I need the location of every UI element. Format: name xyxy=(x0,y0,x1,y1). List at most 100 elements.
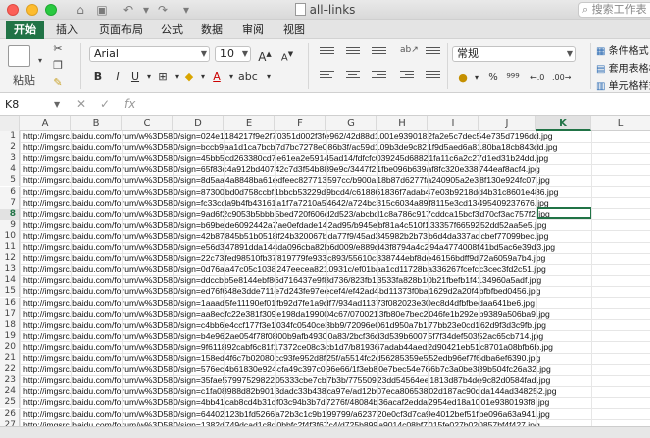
cell-a10[interactable]: http://imgsrc.baidu.com/forum/w%3D580/si… xyxy=(23,231,548,242)
cut-icon[interactable]: ✂ xyxy=(50,41,66,56)
cell-styles-button[interactable]: ▥ 单元格样式 xyxy=(596,77,650,92)
increase-font-button[interactable]: A▲ xyxy=(258,46,272,64)
selected-cell-k8[interactable] xyxy=(536,207,592,219)
font-name-select[interactable]: Arial ▼ xyxy=(89,46,210,62)
align-middle-icon[interactable] xyxy=(346,45,360,57)
comma-style-button[interactable]: ⁹⁹⁹ xyxy=(506,70,520,86)
align-center-icon[interactable] xyxy=(346,69,360,81)
row-header[interactable]: 18 xyxy=(0,319,20,331)
column-header-a[interactable]: A xyxy=(20,116,71,131)
column-header-i[interactable]: I xyxy=(428,116,479,131)
row-header[interactable]: 14 xyxy=(0,275,20,287)
confirm-icon[interactable]: ✓ xyxy=(100,96,110,113)
cell-a5[interactable]: http://imgsrc.baidu.com/forum/w%3D580/si… xyxy=(23,175,550,186)
formula-input[interactable] xyxy=(144,96,648,113)
cell-a15[interactable]: http://imgsrc.baidu.com/forum/w%3D580/si… xyxy=(23,286,540,297)
row-header[interactable]: 10 xyxy=(0,230,20,242)
row-header[interactable]: 24 xyxy=(0,386,20,398)
row-header[interactable]: 23 xyxy=(0,375,20,387)
bold-button[interactable]: B xyxy=(91,69,105,85)
cell-a12[interactable]: http://imgsrc.baidu.com/forum/w%3D580/si… xyxy=(23,253,545,264)
cell-a25[interactable]: http://imgsrc.baidu.com/forum/w%3D580/si… xyxy=(23,397,549,408)
column-header-g[interactable]: G xyxy=(326,116,377,131)
paste-dropdown-icon[interactable]: ▾ xyxy=(38,53,42,68)
row-header[interactable]: 1 xyxy=(0,131,20,142)
cell-a14[interactable]: http://imgsrc.baidu.com/forum/w%3D580/si… xyxy=(23,275,541,286)
underline-button[interactable]: U xyxy=(128,69,142,85)
cell-a24[interactable]: http://imgsrc.baidu.com/forum/w%3D580/si… xyxy=(23,386,556,397)
tab-view[interactable]: 视图 xyxy=(278,21,310,39)
row-header[interactable]: 19 xyxy=(0,330,20,342)
decrease-decimal-button[interactable]: .00→ xyxy=(552,70,571,86)
tab-data[interactable]: 数据 xyxy=(196,21,228,39)
name-box-dropdown-icon[interactable]: ▼ xyxy=(54,96,60,113)
align-top-icon[interactable] xyxy=(320,45,334,57)
clipboard-icon[interactable] xyxy=(8,45,30,67)
row-header[interactable]: 7 xyxy=(0,197,20,209)
tab-formulas[interactable]: 公式 xyxy=(156,21,188,39)
cell-a20[interactable]: http://imgsrc.baidu.com/forum/w%3D580/si… xyxy=(23,342,553,353)
currency-icon[interactable]: ● xyxy=(456,70,470,86)
conditional-format-button[interactable]: ▦ 条件格式 xyxy=(596,42,649,57)
font-color-icon[interactable]: A xyxy=(210,69,224,85)
column-header-b[interactable]: B xyxy=(71,116,122,131)
column-header-d[interactable]: D xyxy=(173,116,224,131)
cell-a19[interactable]: http://imgsrc.baidu.com/forum/w%3D580/si… xyxy=(23,331,543,342)
cell-a21[interactable]: http://imgsrc.baidu.com/forum/w%3D580/si… xyxy=(23,353,540,364)
cell-a11[interactable]: http://imgsrc.baidu.com/forum/w%3D580/si… xyxy=(23,242,555,253)
row-header[interactable]: 20 xyxy=(0,341,20,353)
row-header[interactable]: 11 xyxy=(0,242,20,253)
row-header[interactable]: 5 xyxy=(0,175,20,187)
italic-button[interactable]: I xyxy=(111,69,125,85)
borders-icon[interactable]: ⊞ xyxy=(156,69,170,85)
tab-page-layout[interactable]: 页面布局 xyxy=(92,21,150,39)
cell-a18[interactable]: http://imgsrc.baidu.com/forum/w%3D580/si… xyxy=(23,320,546,331)
cell-a17[interactable]: http://imgsrc.baidu.com/forum/w%3D580/si… xyxy=(23,309,550,320)
align-right-icon[interactable] xyxy=(372,69,386,81)
cell-a3[interactable]: http://imgsrc.baidu.com/forum/w%3D580/si… xyxy=(23,153,548,164)
row-header[interactable]: 22 xyxy=(0,364,20,376)
fill-color-dropdown-icon[interactable]: ▾ xyxy=(196,69,210,85)
font-color-dropdown-icon[interactable]: ▾ xyxy=(224,69,238,85)
cell-a2[interactable]: http://imgsrc.baidu.com/forum/w%3D580/si… xyxy=(23,142,557,153)
cell-a23[interactable]: http://imgsrc.baidu.com/forum/w%3D580/si… xyxy=(23,375,550,386)
cell-a22[interactable]: http://imgsrc.baidu.com/forum/w%3D580/si… xyxy=(23,364,551,375)
wrap-text-icon[interactable] xyxy=(426,45,440,57)
column-header-k[interactable]: K xyxy=(536,116,591,131)
currency-dropdown-icon[interactable]: ▾ xyxy=(470,70,484,86)
phonetic-icon[interactable]: abc xyxy=(238,69,258,85)
cell-a8[interactable]: http://imgsrc.baidu.com/forum/w%3D580/si… xyxy=(23,209,550,220)
name-box[interactable]: K8 xyxy=(2,96,62,113)
row-header[interactable]: 9 xyxy=(0,219,20,231)
column-header-j[interactable]: J xyxy=(479,116,536,131)
tab-review[interactable]: 审阅 xyxy=(237,21,269,39)
cell-a26[interactable]: http://imgsrc.baidu.com/forum/w%3D580/si… xyxy=(23,409,550,420)
cell-a1[interactable]: http://imgsrc.baidu.com/forum/w%3D580/si… xyxy=(23,131,553,142)
row-header[interactable]: 16 xyxy=(0,297,20,309)
column-header-f[interactable]: F xyxy=(275,116,326,131)
paste-button[interactable]: 粘贴 xyxy=(12,73,36,88)
font-size-select[interactable]: 10 ▼ xyxy=(215,46,251,62)
row-header[interactable]: 17 xyxy=(0,308,20,320)
row-header[interactable]: 15 xyxy=(0,286,20,298)
select-all-button[interactable] xyxy=(0,116,20,131)
row-header[interactable]: 2 xyxy=(0,142,20,154)
cell-a13[interactable]: http://imgsrc.baidu.com/forum/w%3D580/si… xyxy=(23,264,546,275)
row-header[interactable]: 25 xyxy=(0,397,20,409)
underline-dropdown-icon[interactable]: ▾ xyxy=(142,69,156,85)
fill-color-icon[interactable]: ◆ xyxy=(182,69,196,85)
column-header-c[interactable]: C xyxy=(122,116,173,131)
row-header[interactable]: 13 xyxy=(0,264,20,276)
tab-home[interactable]: 开始 xyxy=(6,21,44,39)
column-header-h[interactable]: H xyxy=(377,116,428,131)
orientation-icon[interactable]: ab↗ xyxy=(400,45,419,57)
increase-decimal-button[interactable]: ←.0 xyxy=(530,70,544,86)
format-as-table-button[interactable]: ▤ 套用表格格 xyxy=(596,60,650,75)
cell-a9[interactable]: http://imgsrc.baidu.com/forum/w%3D580/si… xyxy=(23,220,546,231)
copy-icon[interactable]: ❐ xyxy=(50,58,66,73)
row-header[interactable]: 3 xyxy=(0,153,20,165)
search-sheet-input[interactable]: ⌕ 搜索工作表 xyxy=(578,2,650,18)
insert-function-button[interactable]: fx xyxy=(124,96,135,113)
phonetic-dropdown-icon[interactable]: ▾ xyxy=(262,69,276,85)
row-header[interactable]: 8 xyxy=(0,208,20,220)
